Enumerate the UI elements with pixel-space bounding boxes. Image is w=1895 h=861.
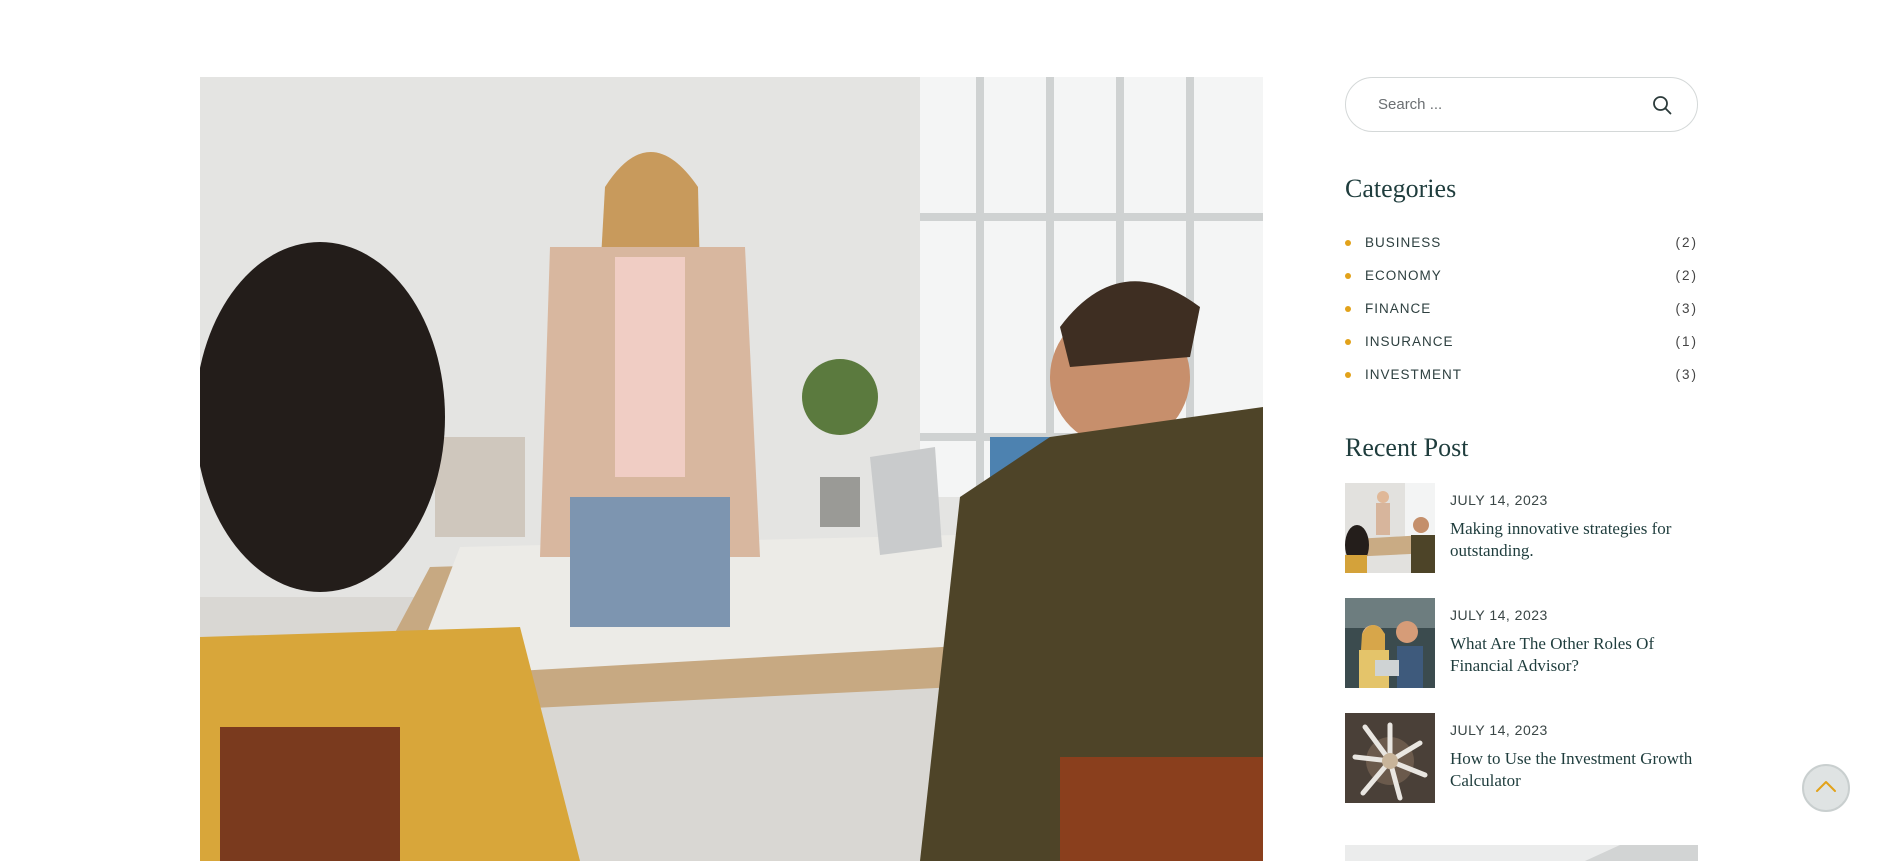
dot-icon [1345,338,1351,345]
recent-post-item[interactable]: JULY 14, 2023 What Are The Other Roles O… [1345,598,1698,713]
post-title[interactable]: How to Use the Investment Growth Calcula… [1450,748,1698,792]
category-name[interactable]: BUSINESS [1365,235,1676,250]
category-name[interactable]: ECONOMY [1365,268,1676,283]
post-title[interactable]: What Are The Other Roles Of Financial Ad… [1450,633,1698,677]
category-count: (1) [1675,334,1698,349]
post-info: JULY 14, 2023 Making innovative strategi… [1450,483,1698,598]
dot-icon [1345,305,1351,312]
post-title[interactable]: Making innovative strategies for outstan… [1450,518,1698,562]
recent-post-item[interactable]: JULY 14, 2023 How to Use the Investment … [1345,713,1698,828]
dot-icon [1345,239,1351,246]
post-thumbnail[interactable] [1345,598,1435,688]
post-thumbnail[interactable] [1345,483,1435,573]
sidebar-banner-image [1345,845,1698,861]
post-date: JULY 14, 2023 [1450,722,1548,738]
search-input[interactable] [1376,95,1651,114]
categories-title: Categories [1345,174,1457,203]
recent-post-list: JULY 14, 2023 Making innovative strategi… [1345,483,1698,828]
category-count: (2) [1675,268,1698,283]
category-name[interactable]: FINANCE [1365,301,1676,316]
back-to-top-button[interactable] [1802,764,1850,812]
category-name[interactable]: INVESTMENT [1365,367,1676,382]
category-item-insurance[interactable]: INSURANCE (1) [1345,325,1698,358]
hero-image [200,77,1263,861]
chevron-up-icon [1815,779,1837,798]
search-icon[interactable] [1651,94,1673,116]
post-date: JULY 14, 2023 [1450,492,1548,508]
category-count: (3) [1675,367,1698,382]
category-item-investment[interactable]: INVESTMENT (3) [1345,358,1698,391]
post-info: JULY 14, 2023 What Are The Other Roles O… [1450,598,1698,713]
category-count: (3) [1675,301,1698,316]
dot-icon [1345,272,1351,279]
category-item-finance[interactable]: FINANCE (3) [1345,292,1698,325]
dot-icon [1345,371,1351,378]
categories-list: BUSINESS (2) ECONOMY (2) FINANCE (3) INS… [1345,226,1698,391]
category-item-economy[interactable]: ECONOMY (2) [1345,259,1698,292]
recent-post-item[interactable]: JULY 14, 2023 Making innovative strategi… [1345,483,1698,598]
sidebar: Categories BUSINESS (2) ECONOMY (2) FINA… [1345,77,1698,828]
recent-post-title: Recent Post [1345,433,1469,462]
post-thumbnail[interactable] [1345,713,1435,803]
search-box [1345,77,1698,132]
post-info: JULY 14, 2023 How to Use the Investment … [1450,713,1698,828]
category-name[interactable]: INSURANCE [1365,334,1676,349]
category-item-business[interactable]: BUSINESS (2) [1345,226,1698,259]
category-count: (2) [1675,235,1698,250]
post-date: JULY 14, 2023 [1450,607,1548,623]
